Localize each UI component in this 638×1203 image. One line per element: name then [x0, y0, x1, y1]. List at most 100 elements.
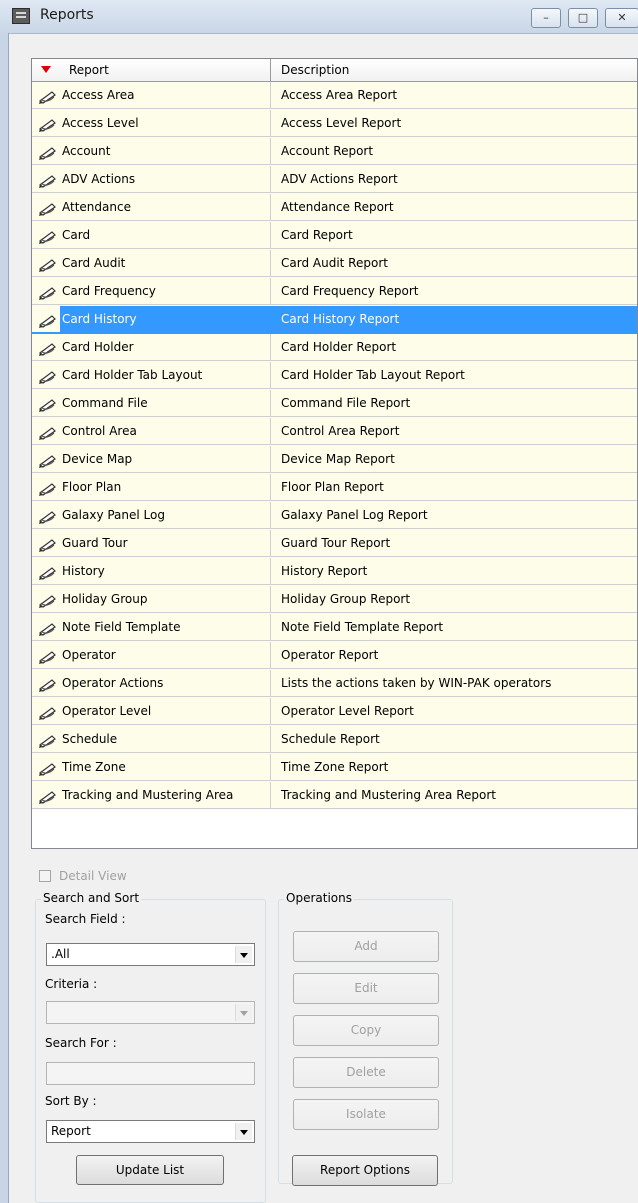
report-name: Operator Actions	[62, 676, 164, 690]
window-frame-left	[0, 33, 9, 1203]
search-field-dropdown[interactable]: .All	[46, 943, 255, 966]
report-pencil-icon	[38, 284, 58, 300]
column-header-report-label: Report	[69, 63, 109, 77]
report-description: Operator Report	[271, 642, 637, 669]
table-row[interactable]: Access Level Access Level Report	[32, 110, 637, 138]
report-description: Galaxy Panel Log Report	[271, 502, 637, 529]
report-description: Note Field Template Report	[271, 614, 637, 641]
report-pencil-icon	[38, 760, 58, 776]
table-row[interactable]: Holiday Group Holiday Group Report	[32, 586, 637, 614]
report-description: Access Area Report	[271, 82, 637, 109]
report-description: Schedule Report	[271, 726, 637, 753]
report-pencil-icon	[38, 396, 58, 412]
table-row[interactable]: Operator Level Operator Level Report	[32, 698, 637, 726]
table-row[interactable]: Schedule Schedule Report	[32, 726, 637, 754]
report-name: Operator	[62, 648, 116, 662]
table-row[interactable]: Operator Operator Report	[32, 642, 637, 670]
table-row[interactable]: Account Account Report	[32, 138, 637, 166]
table-row[interactable]: Card Audit Card Audit Report	[32, 250, 637, 278]
table-row[interactable]: Note Field Template Note Field Template R…	[32, 614, 637, 642]
criteria-dropdown[interactable]	[46, 1001, 255, 1024]
report-name: Device Map	[62, 452, 133, 466]
table-row[interactable]: Card Holder Card Holder Report	[32, 334, 637, 362]
table-row[interactable]: Control Area Control Area Report	[32, 418, 637, 446]
report-pencil-icon	[38, 564, 58, 580]
maximize-button[interactable]: □	[568, 8, 598, 28]
report-options-button[interactable]: Report Options	[292, 1155, 438, 1186]
sort-by-dropdown[interactable]: Report	[46, 1120, 255, 1143]
report-cell: Operator Level	[32, 698, 271, 725]
report-name: Attendance	[62, 200, 131, 214]
report-cell: Schedule	[32, 726, 271, 753]
isolate-button[interactable]: Isolate	[293, 1099, 439, 1130]
report-cell: Card Frequency	[32, 278, 271, 305]
reports-grid[interactable]: Report Description Access Area Access Are…	[31, 58, 638, 849]
table-row[interactable]: Attendance Attendance Report	[32, 194, 637, 222]
table-row[interactable]: ADV Actions ADV Actions Report	[32, 166, 637, 194]
report-name: Tracking and Mustering Area	[62, 788, 234, 802]
add-button[interactable]: Add	[293, 931, 439, 962]
report-description: ADV Actions Report	[271, 166, 637, 193]
table-row[interactable]: Card History Card History Report	[32, 306, 637, 334]
report-name: Account	[62, 144, 111, 158]
report-cell: Holiday Group	[32, 586, 271, 613]
detail-view-checkbox[interactable]: Detail View	[39, 869, 127, 883]
report-pencil-icon	[38, 704, 58, 720]
delete-button[interactable]: Delete	[293, 1057, 439, 1088]
report-name: ADV Actions	[62, 172, 136, 186]
edit-button[interactable]: Edit	[293, 973, 439, 1004]
report-name: Access Level	[62, 116, 139, 130]
table-row[interactable]: Time Zone Time Zone Report	[32, 754, 637, 782]
report-name: Command File	[62, 396, 148, 410]
table-row[interactable]: Access Area Access Area Report	[32, 82, 637, 110]
report-cell: Access Level	[32, 110, 271, 137]
report-cell: ADV Actions	[32, 166, 271, 193]
report-description: Card History Report	[271, 306, 637, 333]
table-row[interactable]: Device Map Device Map Report	[32, 446, 637, 474]
update-list-button[interactable]: Update List	[76, 1155, 224, 1185]
report-pencil-icon	[38, 368, 58, 384]
table-row[interactable]: Tracking and Mustering Area Tracking and …	[32, 782, 637, 810]
report-cell: Access Area	[32, 82, 271, 109]
report-description: Card Frequency Report	[271, 278, 637, 305]
report-description: Attendance Report	[271, 194, 637, 221]
table-row[interactable]: Card Card Report	[32, 222, 637, 250]
sort-by-value: Report	[51, 1124, 91, 1138]
table-row[interactable]: Operator Actions Lists the actions taken …	[32, 670, 637, 698]
table-row[interactable]: Guard Tour Guard Tour Report	[32, 530, 637, 558]
table-row[interactable]: Floor Plan Floor Plan Report	[32, 474, 637, 502]
chevron-down-icon[interactable]	[235, 946, 252, 963]
report-name: Card	[62, 228, 91, 242]
table-row[interactable]: Galaxy Panel Log Galaxy Panel Log Report	[32, 502, 637, 530]
report-description: Time Zone Report	[271, 754, 637, 781]
close-button[interactable]: ✕	[605, 8, 638, 28]
search-for-input[interactable]	[46, 1062, 255, 1085]
report-description: Account Report	[271, 138, 637, 165]
chevron-down-icon[interactable]	[235, 1004, 252, 1021]
report-description: Card Report	[271, 222, 637, 249]
checkbox-icon	[39, 870, 51, 882]
report-pencil-icon	[38, 312, 58, 328]
column-header-report[interactable]: Report	[32, 59, 271, 81]
report-description: Guard Tour Report	[271, 530, 637, 557]
chevron-down-icon[interactable]	[235, 1123, 252, 1140]
copy-button[interactable]: Copy	[293, 1015, 439, 1046]
window-title: Reports	[40, 7, 94, 23]
report-pencil-icon	[38, 536, 58, 552]
table-row[interactable]: History History Report	[32, 558, 637, 586]
report-name: Card Audit	[62, 256, 126, 270]
report-cell: Galaxy Panel Log	[32, 502, 271, 529]
table-row[interactable]: Command File Command File Report	[32, 390, 637, 418]
report-description: Access Level Report	[271, 110, 637, 137]
report-name: Guard Tour	[62, 536, 128, 550]
table-row[interactable]: Card Frequency Card Frequency Report	[32, 278, 637, 306]
report-pencil-icon	[38, 228, 58, 244]
column-header-description[interactable]: Description	[271, 59, 637, 81]
minimize-button[interactable]: –	[531, 8, 561, 28]
report-cell: Operator Actions	[32, 670, 271, 697]
report-description: History Report	[271, 558, 637, 585]
title-bar: Reports – □ ✕	[0, 0, 638, 34]
report-pencil-icon	[38, 676, 58, 692]
report-description: Control Area Report	[271, 418, 637, 445]
table-row[interactable]: Card Holder Tab Layout Card Holder Tab La…	[32, 362, 637, 390]
